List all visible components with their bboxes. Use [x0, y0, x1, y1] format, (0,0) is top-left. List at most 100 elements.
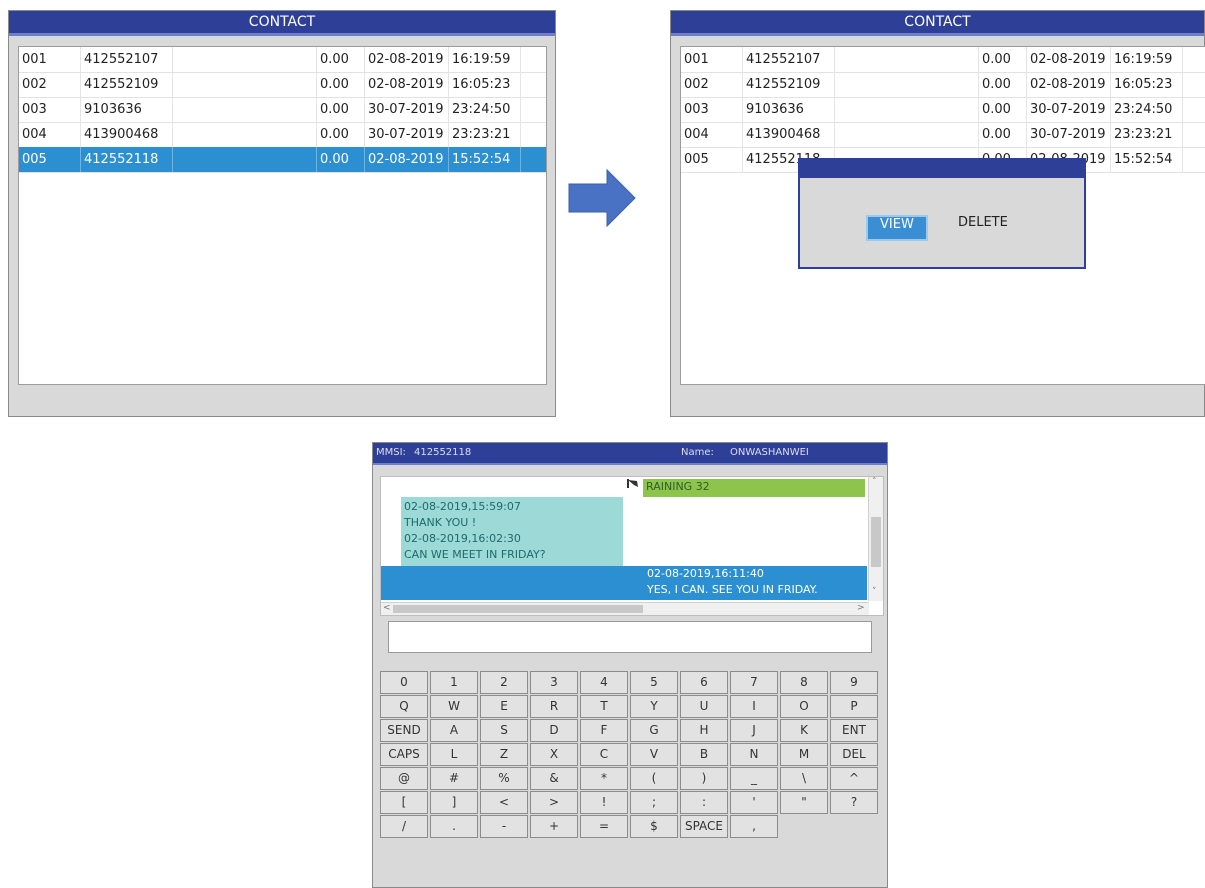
key-button[interactable]: SPACE: [680, 815, 728, 838]
key-button[interactable]: W: [430, 695, 478, 718]
key-button[interactable]: =: [580, 815, 628, 838]
key-button[interactable]: &: [530, 767, 578, 790]
key-button[interactable]: Q: [380, 695, 428, 718]
key-button[interactable]: 0: [380, 671, 428, 694]
key-button[interactable]: <: [480, 791, 528, 814]
key-button[interactable]: 3: [530, 671, 578, 694]
key-button[interactable]: G: [630, 719, 678, 742]
key-button[interactable]: $: [630, 815, 678, 838]
scroll-left-icon[interactable]: <: [383, 603, 391, 613]
key-button[interactable]: ): [680, 767, 728, 790]
cell-idx: 004: [19, 122, 81, 147]
key-button[interactable]: (: [630, 767, 678, 790]
key-button[interactable]: F: [580, 719, 628, 742]
cell-number: 9103636: [81, 97, 173, 122]
contact-row[interactable]: 002 412552109 0.00 02-08-2019 16:05:23: [681, 72, 1205, 98]
key-button[interactable]: SEND: [380, 719, 428, 742]
message-area[interactable]: RAINING 32 02-08-2019,15:59:07 THANK YOU…: [380, 476, 884, 616]
key-button[interactable]: U: [680, 695, 728, 718]
key-button[interactable]: 9: [830, 671, 878, 694]
key-button[interactable]: C: [580, 743, 628, 766]
ship-icon: [627, 479, 638, 488]
key-button[interactable]: ENT: [830, 719, 878, 742]
contact-row[interactable]: 005412552118 0.0002-08-201915:52:54: [19, 147, 546, 173]
key-button[interactable]: !: [580, 791, 628, 814]
scroll-down-icon[interactable]: ˅: [872, 587, 877, 597]
key-button[interactable]: [: [380, 791, 428, 814]
key-button[interactable]: ;: [630, 791, 678, 814]
empty-cell: [173, 47, 317, 72]
key-button[interactable]: T: [580, 695, 628, 718]
key-button[interactable]: -: [480, 815, 528, 838]
vertical-scrollbar[interactable]: ˄ ˅: [868, 477, 883, 601]
cell-time: 16:05:23: [449, 72, 521, 97]
key-button[interactable]: 5: [630, 671, 678, 694]
key-button[interactable]: _: [730, 767, 778, 790]
key-button[interactable]: ]: [430, 791, 478, 814]
key-button[interactable]: ': [730, 791, 778, 814]
key-button[interactable]: ": [780, 791, 828, 814]
cell-idx: 002: [19, 72, 81, 97]
key-button[interactable]: ,: [730, 815, 778, 838]
key-button[interactable]: L: [430, 743, 478, 766]
horizontal-scroll-thumb[interactable]: [393, 605, 643, 613]
key-button[interactable]: M: [780, 743, 828, 766]
key-button[interactable]: 4: [580, 671, 628, 694]
key-button[interactable]: %: [480, 767, 528, 790]
contact-row[interactable]: 004 413900468 0.00 30-07-2019 23:23:21: [681, 122, 1205, 148]
key-button[interactable]: ^: [830, 767, 878, 790]
key-button[interactable]: E: [480, 695, 528, 718]
contact-row[interactable]: 002 412552109 0.00 02-08-2019 16:05:23: [19, 72, 546, 98]
scroll-up-icon[interactable]: ˄: [872, 477, 877, 487]
key-button[interactable]: Z: [480, 743, 528, 766]
horizontal-scrollbar[interactable]: < >: [381, 602, 869, 615]
key-button[interactable]: DEL: [830, 743, 878, 766]
cell-date: 02-08-2019: [365, 147, 449, 172]
cell-value: 0.00: [979, 122, 1027, 147]
key-button[interactable]: 6: [680, 671, 728, 694]
delete-button[interactable]: DELETE: [946, 215, 1020, 237]
key-button[interactable]: A: [430, 719, 478, 742]
key-button[interactable]: *: [580, 767, 628, 790]
chat-header: MMSI: 412552118 Name: ONWASHANWEI: [373, 443, 887, 465]
contact-row[interactable]: 003 9103636 0.00 30-07-2019 23:24:50: [681, 97, 1205, 123]
cell-idx: 005: [681, 147, 743, 172]
key-button[interactable]: \: [780, 767, 828, 790]
message-input[interactable]: [388, 621, 872, 653]
key-button[interactable]: O: [780, 695, 828, 718]
key-button[interactable]: +: [530, 815, 578, 838]
key-button[interactable]: :: [680, 791, 728, 814]
scroll-right-icon[interactable]: >: [857, 603, 865, 613]
vertical-scroll-thumb[interactable]: [871, 517, 881, 567]
key-button[interactable]: H: [680, 719, 728, 742]
empty-cell: [173, 72, 317, 97]
key-button[interactable]: ?: [830, 791, 878, 814]
contact-row[interactable]: 001 412552107 0.00 02-08-2019 16:19:59: [19, 47, 546, 73]
contact-row[interactable]: 004 413900468 0.00 30-07-2019 23:23:21: [19, 122, 546, 148]
key-button[interactable]: Y: [630, 695, 678, 718]
key-button[interactable]: D: [530, 719, 578, 742]
key-button[interactable]: P: [830, 695, 878, 718]
contact-row[interactable]: 003 9103636 0.00 30-07-2019 23:24:50: [19, 97, 546, 123]
key-button[interactable]: R: [530, 695, 578, 718]
key-button[interactable]: J: [730, 719, 778, 742]
key-button[interactable]: V: [630, 743, 678, 766]
key-button[interactable]: /: [380, 815, 428, 838]
key-button[interactable]: X: [530, 743, 578, 766]
view-button[interactable]: VIEW: [866, 215, 928, 241]
contact-row[interactable]: 001 412552107 0.00 02-08-2019 16:19:59: [681, 47, 1205, 73]
key-button[interactable]: N: [730, 743, 778, 766]
key-button[interactable]: @: [380, 767, 428, 790]
key-button[interactable]: I: [730, 695, 778, 718]
key-button[interactable]: 8: [780, 671, 828, 694]
key-button[interactable]: #: [430, 767, 478, 790]
key-button[interactable]: 7: [730, 671, 778, 694]
key-button[interactable]: .: [430, 815, 478, 838]
key-button[interactable]: 1: [430, 671, 478, 694]
key-button[interactable]: 2: [480, 671, 528, 694]
key-button[interactable]: B: [680, 743, 728, 766]
key-button[interactable]: S: [480, 719, 528, 742]
key-button[interactable]: >: [530, 791, 578, 814]
key-button[interactable]: K: [780, 719, 828, 742]
key-button[interactable]: CAPS: [380, 743, 428, 766]
